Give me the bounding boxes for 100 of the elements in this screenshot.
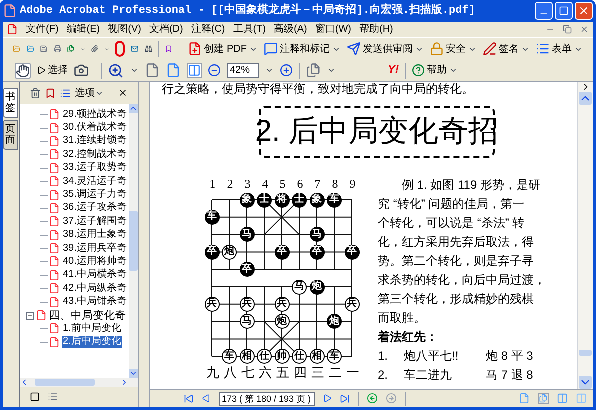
zoom-in-icon[interactable] [108, 62, 124, 78]
move-number: 1. [378, 348, 390, 365]
first-page-icon[interactable] [184, 394, 194, 404]
page-number-field[interactable]: 173 ( 第 180 / 193 页 ) [219, 392, 315, 406]
zoom-field[interactable]: 42% [227, 63, 259, 78]
chess-piece: 马 [310, 227, 324, 242]
task-button[interactable]: 安全 [430, 42, 477, 56]
options-menu[interactable]: 选项 [75, 86, 104, 100]
collapse-toggle[interactable] [26, 312, 34, 320]
bookmark-icon[interactable] [45, 88, 56, 98]
search-logo[interactable]: Y! [388, 62, 399, 79]
fit-width-icon[interactable] [187, 63, 202, 78]
facing-icon[interactable] [557, 393, 568, 404]
task-button[interactable]: 创建 PDF [188, 42, 258, 56]
task-button[interactable]: 注释和标记 [264, 42, 341, 56]
document-icon [7, 24, 18, 35]
bookmark-item[interactable]: 31.连续封锁奇 [62, 135, 128, 148]
hand-tool-icon[interactable] [15, 62, 31, 78]
back-icon[interactable] [367, 393, 378, 404]
single-page-icon[interactable] [519, 393, 530, 404]
body-text: 而取胜。 [378, 310, 427, 327]
trash-icon[interactable] [30, 88, 41, 98]
rank-number: 一 [345, 365, 360, 381]
bookmark-item[interactable]: 29.顿挫战术奇 [62, 108, 128, 121]
navigation-tab[interactable]: 书签 [3, 88, 18, 118]
bookmark-item[interactable]: 39.运用兵卒奇 [62, 242, 128, 255]
rank-number: 六 [258, 365, 273, 381]
bookmark-item[interactable]: 38.运用士象奇 [62, 229, 128, 242]
bookmark-item[interactable]: 37.运子解围奇 [62, 216, 128, 228]
last-page-icon[interactable] [340, 394, 350, 404]
pdf-page-icon [49, 336, 60, 348]
pages-icon[interactable] [306, 63, 321, 78]
menu-item[interactable]: 工具(T) [233, 22, 266, 36]
bookmark-item[interactable]: 36.运子攻杀奇 [62, 202, 128, 214]
scroll-thumb[interactable] [579, 350, 592, 356]
scroll-thumb[interactable] [35, 379, 95, 386]
help-button[interactable]: 帮助 [412, 63, 458, 78]
navigation-tab[interactable]: 页面 [3, 120, 18, 150]
square-icon[interactable] [30, 392, 40, 402]
list-icon[interactable] [48, 392, 58, 402]
tree-connector [40, 248, 48, 250]
task-button[interactable]: 签名 [483, 42, 530, 56]
scroll-right-icon [120, 378, 129, 387]
send-icon [347, 42, 361, 56]
scroll-up-icon [579, 92, 592, 105]
menu-item[interactable]: 视图(V) [108, 22, 142, 36]
bookmark-item[interactable]: 41.中局横杀奇 [62, 269, 128, 282]
menu-item[interactable]: 帮助(H) [359, 22, 394, 36]
tree-connector [40, 140, 48, 142]
file-number: 5 [278, 176, 287, 192]
bookmark-item[interactable]: 40.运用将帅奇 [62, 256, 128, 268]
bookmark-item[interactable]: 35.调运子力奇 [62, 189, 128, 202]
page-icon[interactable] [145, 63, 160, 78]
tree-connector [40, 288, 48, 290]
list-icon[interactable] [60, 88, 71, 98]
restore-icon[interactable] [563, 25, 572, 34]
bookmark-item[interactable]: 43.中局钳杀奇 [62, 296, 128, 308]
caret-icon [130, 66, 139, 75]
bookmark-item[interactable]: 33.运子取势奇 [62, 162, 128, 174]
panel-splitter[interactable] [138, 82, 150, 407]
zoom-in-button-icon[interactable] [280, 64, 293, 77]
pdf-page-icon [49, 270, 60, 281]
menu-item[interactable]: 编辑(E) [66, 22, 100, 36]
moves-heading: 着法红先： [378, 329, 439, 346]
menu-item[interactable]: 文档(D) [149, 22, 184, 36]
bookmark-item[interactable]: 42.中局纵杀奇 [62, 282, 128, 295]
next-page-icon[interactable] [323, 394, 332, 403]
minimize-button[interactable] [535, 2, 553, 20]
select-tool-button[interactable]: 选择 [37, 63, 68, 78]
maximize-icon [559, 6, 569, 16]
bookmark-item[interactable]: 四、中局变化奇 [49, 310, 126, 322]
continuous-icon[interactable] [538, 393, 549, 404]
bookmark-item[interactable]: 30.伏着战术奇 [62, 122, 128, 134]
camera-icon[interactable] [74, 63, 89, 78]
vertical-scrollbar[interactable] [577, 82, 593, 389]
horizontal-scrollbar[interactable] [20, 378, 138, 387]
menu-item[interactable]: 高级(A) [274, 22, 308, 36]
bookmark-item[interactable]: 32.控制战术奇 [62, 148, 128, 161]
vertical-scrollbar[interactable] [129, 104, 138, 378]
close-icon[interactable] [118, 88, 128, 98]
task-button[interactable]: 表单 [536, 42, 583, 56]
menu-item[interactable]: 注释(C) [191, 22, 226, 36]
bookmark-item[interactable]: 2.后中局变化 [62, 336, 122, 348]
forward-icon[interactable] [386, 393, 397, 404]
fit-height-icon[interactable] [166, 63, 181, 78]
tree-connector [40, 261, 48, 262]
close-button[interactable] [575, 2, 593, 20]
previous-page-icon[interactable] [202, 394, 211, 403]
stamp-icon[interactable] [115, 41, 125, 57]
pdf-page-icon [49, 216, 60, 228]
menu-item[interactable]: 窗口(W) [315, 22, 352, 36]
menu-item[interactable]: 文件(F) [26, 22, 59, 36]
zoom-out-icon[interactable] [208, 64, 221, 77]
task-button[interactable]: 发送供审阅 [347, 42, 424, 56]
chess-piece: 炮 [310, 280, 324, 294]
scroll-thumb[interactable] [129, 211, 138, 271]
bookmark-item[interactable]: 34.灵活运子奇 [62, 176, 128, 188]
bookmark-item[interactable]: 1.前中局变化 [62, 322, 122, 335]
pdf-page-icon [36, 310, 47, 322]
maximize-button[interactable] [555, 2, 573, 20]
